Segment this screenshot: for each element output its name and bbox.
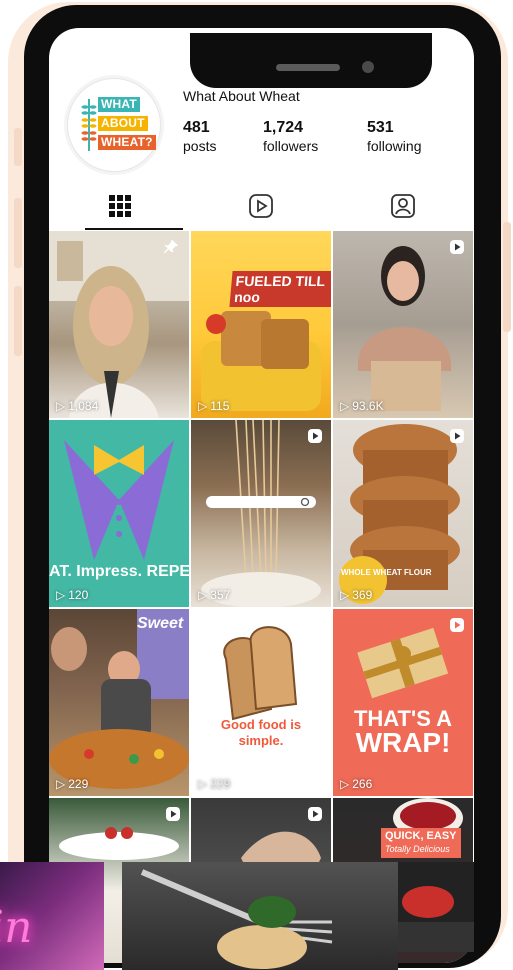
tab-tagged[interactable] [388, 191, 418, 221]
play-icon: ▷ [56, 777, 66, 791]
stat-followers[interactable]: 1,724 followers [263, 119, 318, 154]
overlay-text: WHOLE WHEAT FLOUR [341, 568, 432, 577]
stat-label: followers [263, 138, 319, 154]
view-count: ▷ 93.6K [340, 399, 384, 413]
reels-icon [249, 194, 273, 218]
reel-icon [308, 429, 322, 443]
photo-muffins [339, 424, 460, 604]
play-icon: ▷ [56, 399, 66, 413]
logo-word: WHEAT? [98, 135, 156, 150]
active-tab-indicator [85, 228, 183, 230]
overlay-line: Totally Delicious [385, 844, 450, 854]
view-count: ▷ 266 [340, 777, 373, 791]
wheat-icon [81, 99, 97, 151]
overlay-line: simple. [238, 733, 284, 748]
side-button [503, 222, 511, 332]
stat-number: 531 [367, 119, 394, 136]
speaker-grille [276, 64, 340, 71]
view-count: ▷ 229 [56, 777, 89, 791]
play-icon: ▷ [340, 777, 350, 791]
stat-number: 481 [183, 119, 210, 136]
fork-spaghetti-photo [122, 862, 398, 970]
tab-grid[interactable] [105, 191, 135, 221]
view-count: ▷ 357 [198, 588, 231, 602]
side-button [14, 198, 22, 268]
post-tile[interactable]: AT. Impress. REPEA ▷ 120 [49, 420, 189, 607]
view-count: ▷ 369 [340, 588, 373, 602]
tart-illustration [398, 886, 474, 952]
grid-icon [109, 195, 131, 217]
neon-sign-photo: in [0, 862, 104, 970]
play-icon: ▷ [340, 588, 350, 602]
play-icon: ▷ [340, 399, 350, 413]
reel-icon [166, 807, 180, 821]
photo-woman-box [358, 246, 451, 411]
food-photo-strip [398, 862, 474, 952]
reel-icon [450, 618, 464, 632]
play-icon: ▷ [198, 777, 208, 791]
photo-toaster [201, 311, 321, 411]
post-tile[interactable]: ▷ 357 [191, 420, 331, 607]
view-count: ▷ 1,084 [56, 399, 99, 413]
view-count: ▷ 120 [56, 588, 89, 602]
overlay-text: AT. Impress. REPEA [49, 563, 189, 580]
overlay-text: Sweet [137, 615, 184, 632]
play-icon: ▷ [198, 399, 208, 413]
reel-icon [308, 807, 322, 821]
overlay-line: Good food is [220, 717, 302, 732]
fork-pasta-illustration [140, 869, 333, 969]
overlay-text: THAT'S A WRAP! [333, 707, 473, 757]
post-tile[interactable]: THAT'S A WRAP! ▷ 266 [333, 609, 473, 796]
stat-label: following [367, 138, 422, 154]
view-count: ▷ 229 [198, 777, 231, 791]
profile-avatar[interactable]: WHAT ABOUT WHEAT? [67, 78, 161, 172]
reel-icon [450, 429, 464, 443]
front-camera [362, 61, 374, 73]
post-tile[interactable]: FUELED TILL noo ▷ 115 [191, 231, 331, 418]
phone-notch [190, 33, 432, 88]
side-button [14, 128, 22, 166]
reel-icon [450, 240, 464, 254]
gift-wrap-graphic [357, 627, 449, 699]
stat-number: 1,724 [263, 119, 304, 136]
post-tile[interactable]: Sweet ▷ 229 [49, 609, 189, 796]
photo-family-cake [49, 609, 189, 789]
post-tile[interactable]: ▷ 1,084 [49, 231, 189, 418]
tagged-icon [391, 194, 415, 218]
profile-username: What About Wheat [183, 88, 300, 104]
overlay-text: QUICK, EASY Totally Delicious [381, 828, 461, 858]
post-tile[interactable]: WHOLE WHEAT FLOUR ▷ 369 [333, 420, 473, 607]
pin-icon [164, 239, 179, 254]
photo-woman [49, 231, 189, 418]
overlay-text: Good food is simple. [191, 717, 331, 749]
neon-text: in [0, 902, 33, 953]
logo-word: WHAT [98, 97, 140, 112]
play-icon: ▷ [56, 588, 66, 602]
view-count: ▷ 115 [198, 399, 230, 413]
stat-label: posts [183, 138, 217, 154]
logo-word: ABOUT [98, 116, 148, 131]
overlay-line: WRAP! [355, 727, 451, 758]
post-tile[interactable]: ▷ 93.6K [333, 231, 473, 418]
stat-following[interactable]: 531 following [367, 119, 421, 154]
photo-pasta [201, 420, 321, 607]
phone-screen: WHAT ABOUT WHEAT? What About Wheat 481 p… [49, 28, 474, 963]
side-button [14, 286, 22, 356]
overlay-line: QUICK, EASY [385, 830, 457, 842]
play-icon: ▷ [198, 588, 208, 602]
stat-posts[interactable]: 481 posts [183, 119, 216, 154]
post-tile[interactable]: Good food is simple. ▷ 229 [191, 609, 331, 796]
bread-illustration [223, 626, 298, 721]
tab-reels[interactable] [246, 191, 276, 221]
